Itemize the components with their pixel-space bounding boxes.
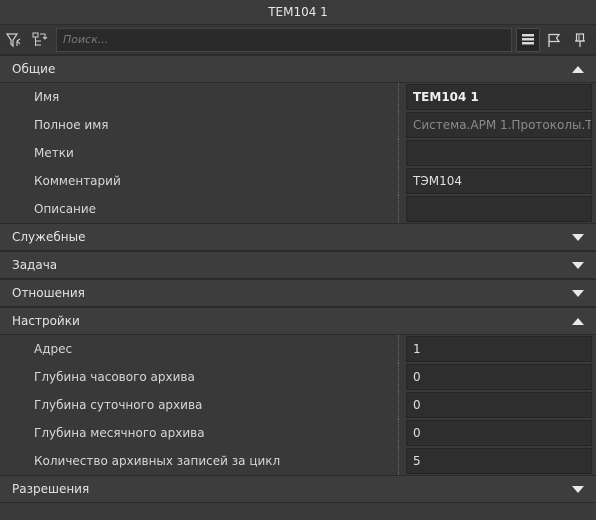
property-row-name: Имя ТЕМ104 1	[0, 83, 596, 111]
section-relations-header[interactable]: Отношения	[0, 279, 596, 307]
flag-icon[interactable]	[542, 28, 566, 52]
comment-field[interactable]: ТЭМ104	[406, 168, 592, 194]
search-input[interactable]: Поиск...	[56, 27, 512, 52]
tags-field[interactable]	[406, 140, 592, 166]
property-label: Глубина месячного архива	[34, 426, 205, 440]
property-label: Комментарий	[34, 174, 121, 188]
property-row-records-per-cycle: Количество архивных записей за цикл 5	[0, 447, 596, 475]
section-settings-header[interactable]: Настройки	[0, 307, 596, 335]
hourly-archive-depth-field[interactable]: 0	[406, 364, 592, 390]
pin-icon[interactable]	[568, 28, 592, 52]
property-label: Описание	[34, 202, 97, 216]
property-row-address: Адрес 1	[0, 335, 596, 363]
section-title: Задача	[12, 258, 58, 272]
section-settings-body: Адрес 1 Глубина часового архива 0 Глубин…	[0, 335, 596, 475]
section-title: Общие	[12, 62, 56, 76]
section-general-header[interactable]: Общие	[0, 55, 596, 83]
section-service-header[interactable]: Служебные	[0, 223, 596, 251]
expand-arrow-icon[interactable]	[572, 485, 584, 493]
toolbar: Поиск...	[0, 25, 596, 55]
section-general-body: Имя ТЕМ104 1 Полное имя Система.АРМ 1.Пр…	[0, 83, 596, 223]
expand-arrow-icon[interactable]	[572, 233, 584, 241]
window-title: ТЕМ104 1	[0, 0, 596, 25]
section-title: Разрешения	[12, 482, 90, 496]
property-label: Полное имя	[34, 118, 109, 132]
property-label: Глубина суточного архива	[34, 398, 203, 412]
expand-arrow-icon[interactable]	[572, 261, 584, 269]
property-label: Количество архивных записей за цикл	[34, 454, 281, 468]
section-permissions-header[interactable]: Разрешения	[0, 475, 596, 503]
records-per-cycle-field[interactable]: 5	[406, 448, 592, 474]
property-label: Глубина часового архива	[34, 370, 195, 384]
property-label: Имя	[34, 90, 60, 104]
expand-arrow-icon[interactable]	[572, 289, 584, 297]
property-row-monthly-depth: Глубина месячного архива 0	[0, 419, 596, 447]
monthly-archive-depth-field[interactable]: 0	[406, 420, 592, 446]
full-name-field: Система.АРМ 1.Протоколы.Тепловычислители	[406, 112, 592, 138]
section-title: Отношения	[12, 286, 85, 300]
collapse-arrow-icon[interactable]	[572, 65, 584, 73]
hierarchy-icon[interactable]	[28, 28, 52, 52]
property-label: Адрес	[34, 342, 73, 356]
name-field[interactable]: ТЕМ104 1	[406, 84, 592, 110]
property-row-tags: Метки	[0, 139, 596, 167]
section-task-header[interactable]: Задача	[0, 251, 596, 279]
section-title: Служебные	[12, 230, 86, 244]
property-row-daily-depth: Глубина суточного архива 0	[0, 391, 596, 419]
property-row-hourly-depth: Глубина часового архива 0	[0, 363, 596, 391]
collapse-arrow-icon[interactable]	[572, 317, 584, 325]
property-row-full-name: Полное имя Система.АРМ 1.Протоколы.Тепло…	[0, 111, 596, 139]
section-title: Настройки	[12, 314, 80, 328]
list-view-icon[interactable]	[516, 27, 540, 52]
address-field[interactable]: 1	[406, 336, 592, 362]
property-row-comment: Комментарий ТЭМ104	[0, 167, 596, 195]
daily-archive-depth-field[interactable]: 0	[406, 392, 592, 418]
property-row-description: Описание	[0, 195, 596, 223]
property-label: Метки	[34, 146, 74, 160]
description-field[interactable]	[406, 196, 592, 222]
filter-icon[interactable]	[2, 28, 26, 52]
